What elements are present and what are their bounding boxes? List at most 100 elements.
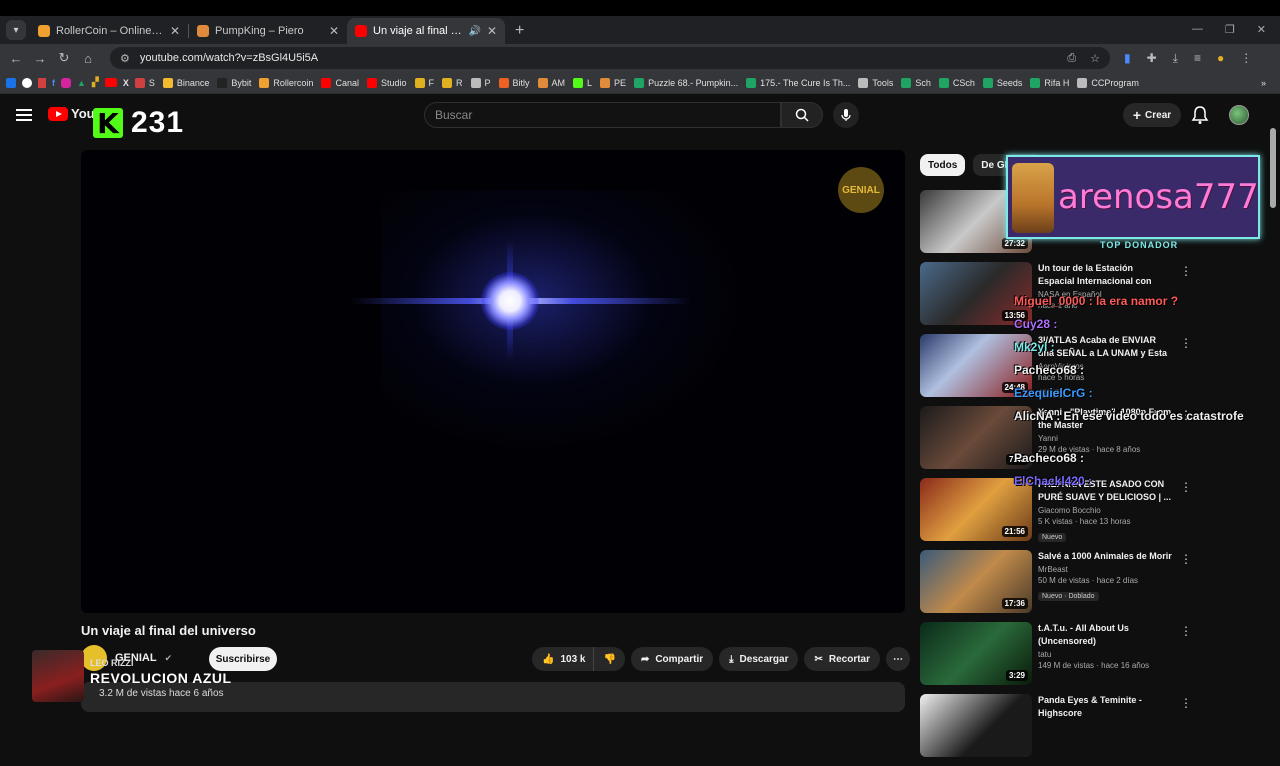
- top-donor-card: arenosa777: [1006, 155, 1260, 239]
- browser-tab-pumpking[interactable]: PumpKing – Piero ✕: [189, 18, 347, 44]
- bookmark-item[interactable]: Seeds: [982, 77, 1022, 88]
- minimize-icon[interactable]: —: [1192, 23, 1203, 36]
- bookmark-label: Tools: [872, 77, 894, 88]
- close-tab-icon[interactable]: ✕: [329, 24, 339, 38]
- recommended-video[interactable]: 17:36 Salvé a 1000 Animales de Morir MrBea…: [920, 550, 1192, 617]
- circle-bookmark-icon[interactable]: [22, 77, 32, 88]
- forward-arrow-icon[interactable]: →: [28, 51, 52, 66]
- video-title: Un tour de la Estación Espacial Internac…: [1038, 263, 1152, 286]
- red-bookmark-icon[interactable]: [38, 77, 46, 88]
- bookmark-item[interactable]: CCProgram: [1077, 77, 1139, 88]
- recommended-video[interactable]: 3:29 t.A.T.u. - All About Us (Uncensored)…: [920, 622, 1192, 689]
- share-label: Compartir: [655, 653, 704, 665]
- tab-search-button[interactable]: ▾: [6, 20, 26, 40]
- video-info: Salvé a 1000 Animales de Morir MrBeast 50 …: [1038, 550, 1172, 603]
- audio-playing-icon[interactable]: 🔊: [468, 26, 480, 37]
- bookmark-item[interactable]: Sch: [901, 77, 931, 88]
- more-actions-button[interactable]: ⋯: [886, 647, 910, 671]
- video-menu-icon[interactable]: ⋮: [1180, 624, 1192, 638]
- more-bookmarks-icon[interactable]: »: [1261, 78, 1280, 88]
- bookmark-item[interactable]: Tools: [858, 77, 894, 88]
- search-bar: Buscar: [424, 102, 823, 128]
- media-controls-icon[interactable]: ≡: [1194, 51, 1201, 66]
- bookmark-item[interactable]: S: [134, 77, 155, 88]
- reload-icon[interactable]: ↻: [52, 50, 76, 66]
- bookmark-item[interactable]: Bybit: [217, 77, 251, 88]
- close-tab-icon[interactable]: ✕: [170, 24, 180, 38]
- chart-bookmark-icon[interactable]: ▞: [92, 77, 99, 88]
- install-app-icon[interactable]: ⎙: [1067, 52, 1076, 65]
- bookmark-item[interactable]: P: [470, 77, 491, 88]
- browser-tab-youtube-active[interactable]: Un viaje al final del universo 🔊 ✕: [347, 18, 505, 44]
- video-menu-icon[interactable]: ⋮: [1180, 552, 1192, 566]
- bookmark-item[interactable]: Studio: [366, 77, 407, 88]
- instagram-bookmark-icon[interactable]: [61, 77, 71, 88]
- bookmark-item[interactable]: Puzzle 68.- Pumpkin...: [634, 77, 738, 88]
- notifications-bell-icon[interactable]: [1191, 105, 1209, 125]
- video-thumbnail[interactable]: [920, 694, 1032, 757]
- video-menu-icon[interactable]: ⋮: [1180, 264, 1192, 278]
- create-button[interactable]: + Crear: [1123, 103, 1181, 127]
- bookmark-star-icon[interactable]: ☆: [1090, 52, 1100, 65]
- x-bookmark-icon[interactable]: X: [123, 78, 129, 88]
- search-input[interactable]: Buscar: [424, 102, 781, 128]
- bookmark-icon: [259, 77, 270, 88]
- channel-watermark[interactable]: GENIAL: [838, 167, 884, 213]
- facebook-bookmark-icon[interactable]: f: [52, 78, 55, 88]
- share-button[interactable]: ➦ Compartir: [630, 647, 714, 671]
- voice-search-button[interactable]: [833, 102, 859, 128]
- menu-icon[interactable]: [16, 109, 32, 121]
- bookmark-item[interactable]: Canal: [321, 77, 359, 88]
- recommended-video[interactable]: Panda Eyes & Teminite - Highscore ⋮: [920, 694, 1192, 761]
- bookmark-item[interactable]: PE: [600, 77, 626, 88]
- like-button[interactable]: 👍 103 k: [532, 647, 595, 671]
- bookmark-item[interactable]: L: [573, 77, 593, 88]
- restore-icon[interactable]: ❐: [1225, 23, 1235, 36]
- profile-icon[interactable]: ●: [1217, 51, 1224, 66]
- chip-all[interactable]: Todos: [920, 154, 966, 176]
- video-menu-icon[interactable]: ⋮: [1180, 336, 1192, 350]
- bookmark-item[interactable]: Rifa H: [1030, 77, 1069, 88]
- video-thumbnail[interactable]: 17:36: [920, 550, 1032, 613]
- bookmark-item[interactable]: F: [414, 77, 434, 88]
- extension-b-icon[interactable]: ▮: [1124, 51, 1131, 66]
- browser-tab-rollercoin[interactable]: RollerCoin – Online Bitcoin Mining ✕: [30, 18, 188, 44]
- download-button[interactable]: ⤓ Descargar: [719, 647, 799, 671]
- video-player[interactable]: GENIAL: [81, 150, 905, 613]
- url-text: youtube.com/watch?v=zBsGl4U5i5A: [139, 52, 319, 64]
- bookmark-item[interactable]: R: [442, 77, 463, 88]
- clip-button[interactable]: ✂ Recortar: [804, 647, 880, 671]
- address-bar[interactable]: ⚙ youtube.com/watch?v=zBsGl4U5i5A ⎙ ☆: [110, 47, 1110, 69]
- video-title: Un viaje al final del universo: [81, 623, 256, 638]
- new-tab-icon[interactable]: +: [515, 22, 524, 40]
- site-info-icon[interactable]: ⚙: [120, 52, 130, 65]
- bookmark-item[interactable]: CSch: [938, 77, 975, 88]
- recommended-video[interactable]: 21:56 PREPARA ESTE ASADO CON PURÉ SUAVE Y…: [920, 478, 1192, 545]
- browser-menu-icon[interactable]: ⋮: [1240, 51, 1252, 66]
- bookmark-item[interactable]: 175.- The Cure Is Th...: [746, 77, 850, 88]
- video-meta: 5 K vistas · hace 13 horas: [1038, 517, 1131, 526]
- bookmark-item[interactable]: Rollercoin: [259, 77, 313, 88]
- home-icon[interactable]: ⌂: [76, 51, 100, 66]
- youtube-bookmark-icon[interactable]: [104, 78, 117, 87]
- outlook-bookmark-icon[interactable]: [6, 77, 16, 88]
- video-menu-icon[interactable]: ⋮: [1180, 480, 1192, 494]
- close-window-icon[interactable]: ✕: [1257, 23, 1266, 36]
- page-scrollbar[interactable]: [1270, 128, 1276, 208]
- video-menu-icon[interactable]: ⋮: [1180, 696, 1192, 710]
- bookmark-item[interactable]: AM: [537, 77, 565, 88]
- bookmark-item[interactable]: Binance: [162, 77, 209, 88]
- drive-bookmark-icon[interactable]: ▲: [77, 78, 86, 88]
- bookmark-icon: [537, 77, 548, 88]
- video-thumbnail[interactable]: 3:29: [920, 622, 1032, 685]
- bookmark-item[interactable]: Bitly: [498, 77, 530, 88]
- search-button[interactable]: [781, 102, 823, 128]
- extensions-puzzle-icon[interactable]: ✚: [1147, 51, 1157, 66]
- back-arrow-icon[interactable]: ←: [4, 51, 28, 66]
- downloads-icon[interactable]: ⤓: [1173, 51, 1178, 66]
- bookmark-label: L: [587, 77, 593, 88]
- close-tab-icon[interactable]: ✕: [487, 24, 497, 38]
- dislike-button[interactable]: 👎: [594, 647, 625, 671]
- account-avatar[interactable]: [1229, 105, 1249, 125]
- channel-name: MrBeast: [1038, 565, 1068, 574]
